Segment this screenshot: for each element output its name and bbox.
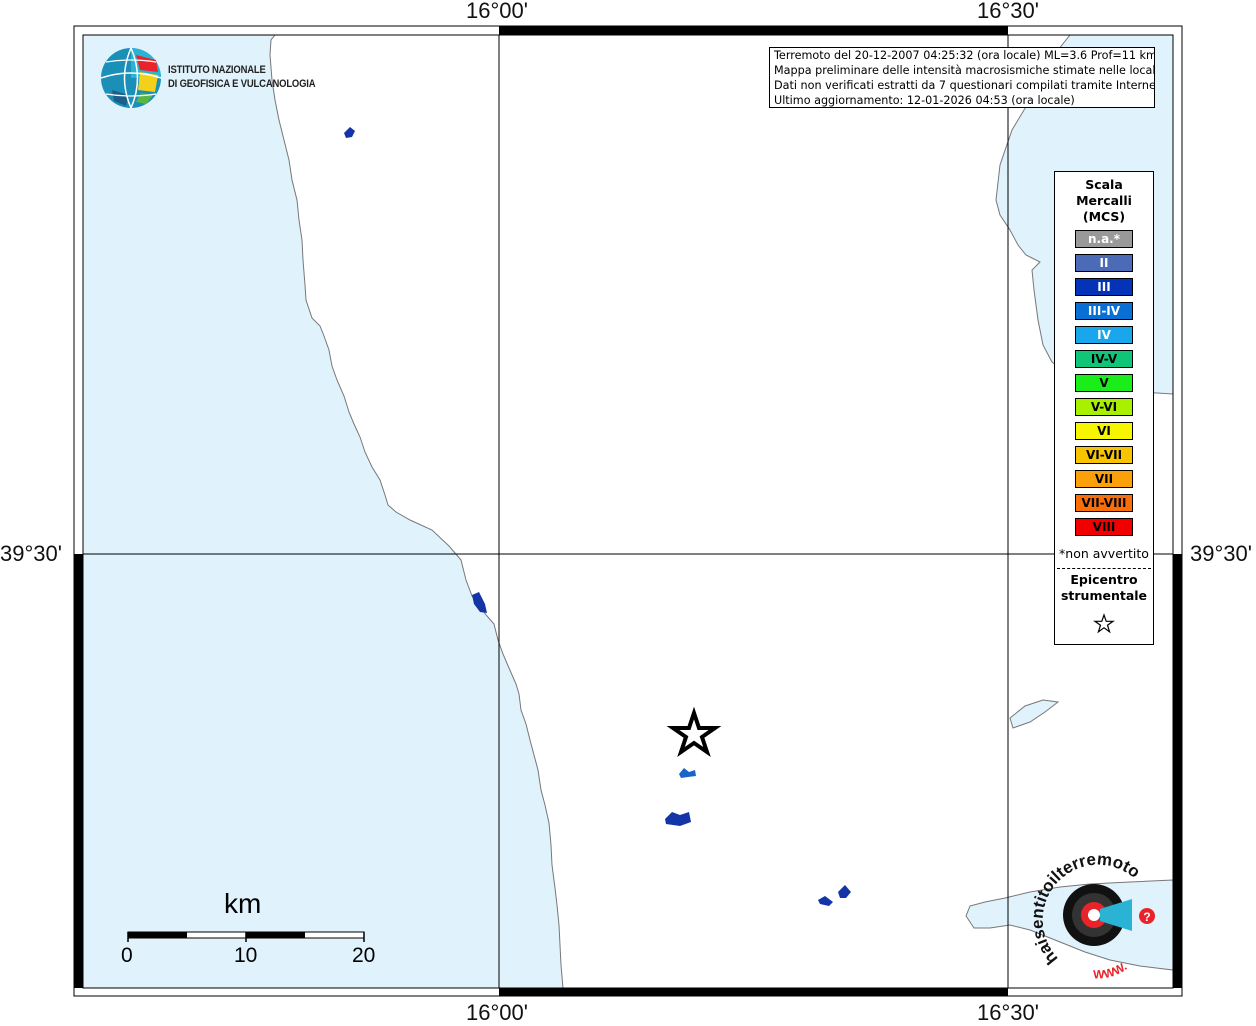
legend-title: Scala Mercalli (MCS) [1055, 177, 1153, 225]
scale-unit-label: km [224, 888, 262, 919]
organization-name: ISTITUTO NAZIONALE DI GEOFISICA E VULCAN… [168, 63, 316, 91]
info-line: Mappa preliminare delle intensità macros… [774, 64, 1155, 77]
legend-swatch: VII-VIII [1075, 494, 1133, 512]
legend-swatch: III-IV [1075, 302, 1133, 320]
legend-swatch: VI [1075, 422, 1133, 440]
legend-swatch: III [1075, 278, 1133, 296]
legend-swatch: II [1075, 254, 1133, 272]
legend-divider [1057, 568, 1151, 569]
legend-title-line: Scala [1085, 177, 1123, 192]
frame-bar [499, 26, 1008, 35]
lon-label-bottom: 16°00' [466, 1000, 528, 1025]
lon-label-top: 16°30' [977, 0, 1039, 23]
legend-title-line: (MCS) [1082, 209, 1126, 224]
frame-bar [1173, 554, 1182, 988]
legend-swatch: V [1075, 374, 1133, 392]
lon-label-top: 16°00' [466, 0, 528, 23]
lat-label-right: 39°30' [1190, 541, 1252, 566]
legend-swatch: IV [1075, 326, 1133, 344]
mcs-legend: Scala Mercalli (MCS) *non avvertito Epic… [1054, 171, 1154, 645]
legend-title-line: Mercalli [1076, 193, 1132, 208]
legend-swatch: n.a.* [1075, 230, 1133, 248]
legend-swatch: VIII [1075, 518, 1133, 536]
lat-label-left: 39°30' [0, 541, 62, 566]
organization-name-line1: ISTITUTO NAZIONALE [168, 64, 266, 76]
scale-tick-label: 20 [352, 944, 376, 967]
legend-swatch: IV-V [1075, 350, 1133, 368]
legend-epicenter-line: Epicentro [1070, 572, 1138, 587]
scale-tick-label: 10 [234, 944, 258, 967]
frame-bar [499, 988, 1008, 996]
scale-tick-label: 0 [121, 944, 133, 967]
lon-label-bottom: 16°30' [977, 1000, 1039, 1025]
organization-name-line2: DI GEOFISICA E VULCANOLOGIA [168, 78, 316, 90]
legend-epicenter-label: Epicentro strumentale [1055, 572, 1153, 604]
legend-na-note: *non avvertito [1059, 546, 1149, 561]
earthquake-info-box: Terremoto del 20-12-2007 04:25:32 (ora l… [769, 47, 1155, 108]
legend-swatch: V-VI [1075, 398, 1133, 416]
legend-star-icon [1093, 613, 1115, 634]
info-line: Dati non verificati estratti da 7 questi… [774, 79, 1155, 92]
svg-text:?: ? [1143, 910, 1150, 924]
frame-bar [74, 554, 83, 988]
info-line: Terremoto del 20-12-2007 04:25:32 (ora l… [774, 49, 1155, 62]
info-line: Ultimo aggiornamento: 12-01-2026 04:53 (… [774, 94, 1075, 107]
legend-epicenter-line: strumentale [1060, 588, 1148, 603]
ingv-globe-icon [100, 47, 162, 109]
legend-swatch: VII [1075, 470, 1133, 488]
legend-swatch: VI-VII [1075, 446, 1133, 464]
